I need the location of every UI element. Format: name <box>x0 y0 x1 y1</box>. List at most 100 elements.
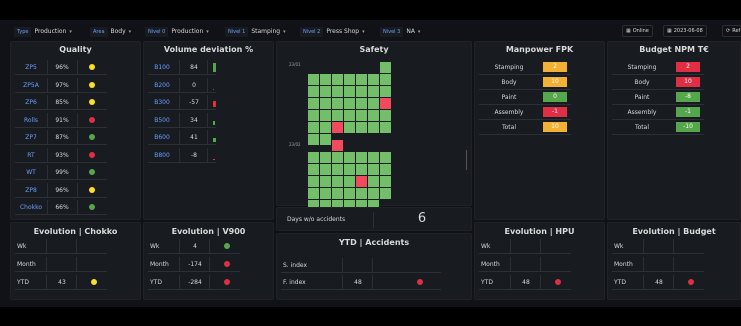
calendar-day-cell[interactable] <box>332 86 343 97</box>
filter-nivel2-value[interactable]: Press Shop <box>323 28 362 35</box>
volume-row-name[interactable]: B200 <box>150 82 174 89</box>
calendar-day-cell[interactable] <box>344 152 355 163</box>
calendar-day-cell[interactable] <box>380 62 391 73</box>
calendar-day-cell[interactable] <box>308 122 319 133</box>
calendar-day-cell[interactable] <box>356 74 367 85</box>
volume-row-value: -8 <box>191 151 197 159</box>
calendar-day-cell[interactable] <box>308 110 319 121</box>
calendar-day-cell[interactable] <box>332 176 343 187</box>
calendar-day-cell[interactable] <box>308 176 319 187</box>
calendar-day-cell[interactable] <box>308 152 319 163</box>
calendar-day-cell[interactable] <box>320 74 331 85</box>
calendar-day-cell[interactable] <box>344 122 355 133</box>
calendar-day-cell[interactable] <box>368 176 379 187</box>
calendar-day-cell[interactable] <box>368 164 379 175</box>
quality-row-name[interactable]: ZP6 <box>17 99 45 106</box>
volume-row-name[interactable]: B100 <box>150 64 174 71</box>
filter-area[interactable]: Area Body ▾ <box>90 26 131 37</box>
calendar-day-cell[interactable] <box>308 188 319 199</box>
calendar-day-cell[interactable] <box>380 176 391 187</box>
calendar-day-cell[interactable] <box>356 122 367 133</box>
calendar-day-cell[interactable] <box>356 110 367 121</box>
calendar-day-cell[interactable] <box>308 164 319 175</box>
volume-row-name[interactable]: B600 <box>150 134 174 141</box>
calendar-day-cell[interactable] <box>344 74 355 85</box>
online-button[interactable]: ▦ Online <box>622 25 653 37</box>
calendar-day-cell[interactable] <box>380 188 391 199</box>
calendar-day-cell[interactable] <box>380 164 391 175</box>
calendar-day-cell[interactable] <box>320 122 331 133</box>
quality-row-name[interactable]: Rolls <box>17 117 45 124</box>
calendar-day-cell[interactable] <box>320 134 331 145</box>
calendar-day-cell[interactable] <box>356 164 367 175</box>
filter-nivel1-value[interactable]: Stamping <box>248 28 283 35</box>
volume-row-name[interactable]: B500 <box>150 117 174 124</box>
filter-type-value[interactable]: Production <box>31 28 69 35</box>
calendar-day-cell[interactable] <box>368 74 379 85</box>
calendar-day-cell[interactable] <box>344 176 355 187</box>
calendar-day-cell[interactable] <box>332 110 343 121</box>
calendar-day-cell[interactable] <box>332 140 343 151</box>
calendar-day-cell[interactable] <box>332 188 343 199</box>
calendar-day-cell[interactable] <box>356 152 367 163</box>
calendar-day-cell[interactable] <box>332 122 343 133</box>
filter-nivel2[interactable]: Nivel 2 Press Shop ▾ <box>300 26 365 37</box>
calendar-day-cell[interactable] <box>380 74 391 85</box>
volume-row-name[interactable]: B300 <box>150 99 174 106</box>
calendar-day-cell[interactable] <box>356 86 367 97</box>
calendar-day-cell[interactable] <box>368 110 379 121</box>
calendar-day-cell[interactable] <box>380 98 391 109</box>
calendar-day-cell[interactable] <box>320 152 331 163</box>
calendar-day-cell[interactable] <box>368 122 379 133</box>
refresh-button[interactable]: ⟳ Ref <box>722 25 741 37</box>
calendar-day-cell[interactable] <box>320 176 331 187</box>
calendar-day-cell[interactable] <box>344 98 355 109</box>
quality-row-name[interactable]: RT <box>17 152 45 159</box>
calendar-day-cell[interactable] <box>308 86 319 97</box>
filter-nivel1[interactable]: Nivel 1 Stamping ▾ <box>225 26 286 37</box>
calendar-day-cell[interactable] <box>332 74 343 85</box>
calendar-day-cell[interactable] <box>344 164 355 175</box>
calendar-day-cell[interactable] <box>368 98 379 109</box>
calendar-day-cell[interactable] <box>332 98 343 109</box>
calendar-day-cell[interactable] <box>344 188 355 199</box>
calendar-day-cell[interactable] <box>308 134 319 145</box>
calendar-day-cell[interactable] <box>368 86 379 97</box>
calendar-day-cell[interactable] <box>308 74 319 85</box>
quality-row-name[interactable]: ZP8 <box>17 187 45 194</box>
calendar-day-cell[interactable] <box>380 152 391 163</box>
calendar-day-cell[interactable] <box>320 98 331 109</box>
calendar-day-cell[interactable] <box>308 98 319 109</box>
quality-row-name[interactable]: Chokko <box>17 204 45 211</box>
filter-nivel3-value[interactable]: NA <box>403 28 418 35</box>
calendar-day-cell[interactable] <box>320 188 331 199</box>
manpower-row-value: -1 <box>543 107 567 117</box>
calendar-day-cell[interactable] <box>356 98 367 109</box>
time-range-button[interactable]: ▦ 2023-06-08 <box>663 25 707 37</box>
calendar-day-cell[interactable] <box>380 86 391 97</box>
quality-row-name[interactable]: ZP5A <box>17 82 45 89</box>
quality-row-name[interactable]: WT <box>17 169 45 176</box>
calendar-day-cell[interactable] <box>320 164 331 175</box>
calendar-day-cell[interactable] <box>368 152 379 163</box>
calendar-day-cell[interactable] <box>356 176 367 187</box>
quality-row-name[interactable]: ZP7 <box>17 134 45 141</box>
calendar-day-cell[interactable] <box>368 188 379 199</box>
filter-type[interactable]: Type Production ▾ <box>14 26 72 37</box>
calendar-day-cell[interactable] <box>332 164 343 175</box>
volume-row-name[interactable]: B800 <box>150 152 174 159</box>
calendar-day-cell[interactable] <box>320 110 331 121</box>
filter-nivel3[interactable]: Nivel 3 NA ▾ <box>380 26 420 37</box>
calendar-day-cell[interactable] <box>380 122 391 133</box>
scrollbar[interactable] <box>466 150 467 170</box>
filter-nivel0-value[interactable]: Production <box>168 28 206 35</box>
calendar-day-cell[interactable] <box>380 110 391 121</box>
calendar-day-cell[interactable] <box>356 188 367 199</box>
calendar-day-cell[interactable] <box>320 86 331 97</box>
filter-area-value[interactable]: Body <box>108 28 129 35</box>
calendar-day-cell[interactable] <box>344 110 355 121</box>
filter-nivel0[interactable]: Nivel 0 Production ▾ <box>145 26 209 37</box>
quality-row-name[interactable]: ZP5 <box>17 64 45 71</box>
calendar-day-cell[interactable] <box>344 86 355 97</box>
calendar-day-cell[interactable] <box>332 152 343 163</box>
